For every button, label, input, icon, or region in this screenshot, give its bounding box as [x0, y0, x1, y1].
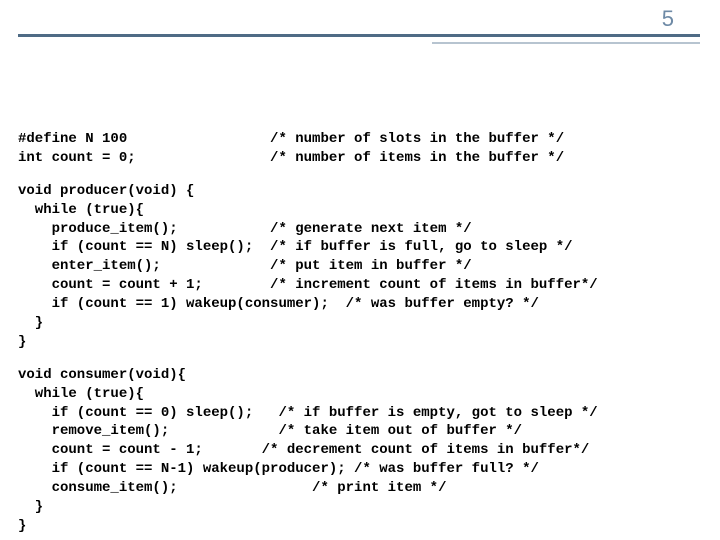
slide-header: 5 [0, 0, 720, 70]
slide: 5 #define N 100 /* number of slots in th… [0, 0, 720, 540]
code-producer: void producer(void) { while (true){ prod… [18, 182, 702, 352]
slide-content: #define N 100 /* number of slots in the … [0, 70, 720, 536]
code-consumer: void consumer(void){ while (true){ if (c… [18, 366, 702, 536]
page-number: 5 [662, 4, 674, 34]
code-definitions: #define N 100 /* number of slots in the … [18, 130, 702, 168]
header-rule-secondary [432, 42, 700, 44]
header-rule-primary [18, 34, 700, 37]
